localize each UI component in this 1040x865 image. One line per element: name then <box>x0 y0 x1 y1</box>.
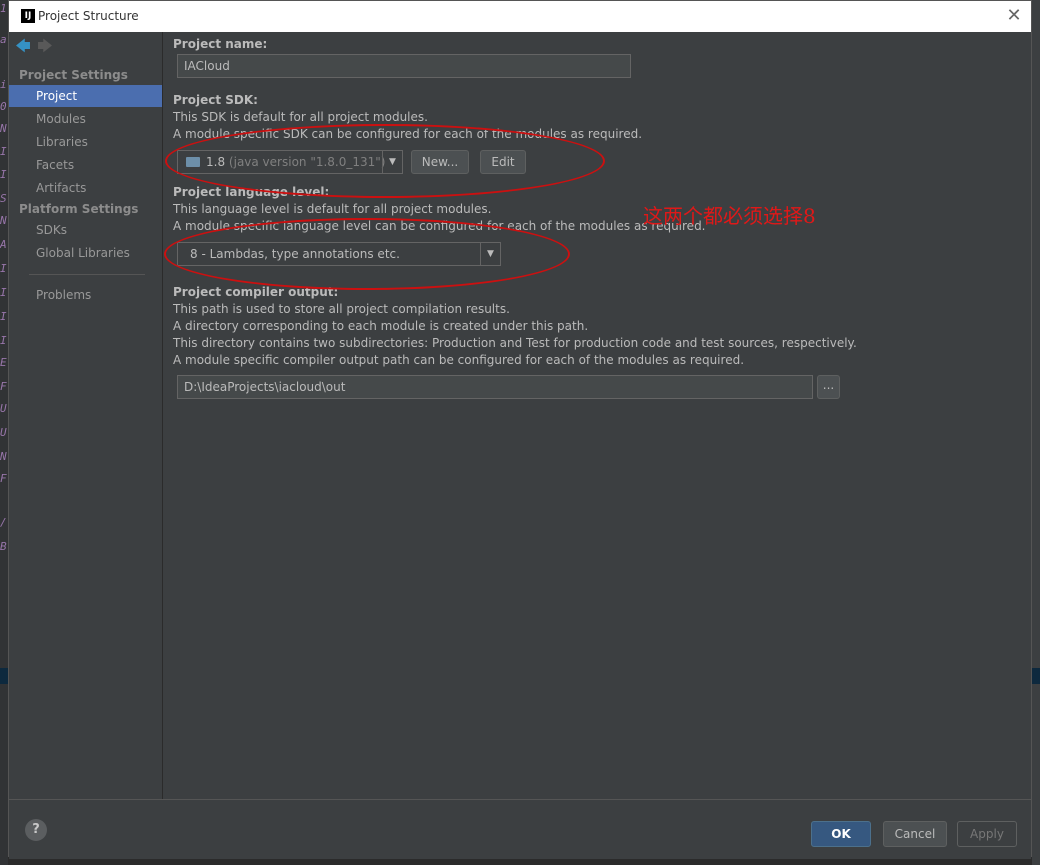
language-level-value: 8 - Lambdas, type annotations etc. <box>190 247 400 261</box>
gutter-glyph: I <box>0 310 7 323</box>
history-navigation: 🡄 🡆 <box>15 38 59 56</box>
forward-arrow-icon[interactable]: 🡆 <box>37 38 53 54</box>
sidebar-item-problems[interactable]: Problems <box>9 284 162 306</box>
sidebar-item-artifacts[interactable]: Artifacts <box>9 177 162 199</box>
sidebar-item-sdks[interactable]: SDKs <box>9 219 162 241</box>
apply-button[interactable]: Apply <box>957 821 1017 847</box>
annotation-note: 这两个都必须选择8 <box>643 204 816 228</box>
project-structure-dialog: IJ Project Structure ✕ 🡄 🡆 Project Settin… <box>8 0 1032 859</box>
project-name-input[interactable]: IACloud <box>177 54 631 78</box>
compiler-output-path-input[interactable]: D:\IdeaProjects\iacloud\out <box>177 375 813 399</box>
language-level-description: This language level is default for all p… <box>173 202 492 216</box>
sidebar-item-facets[interactable]: Facets <box>9 154 162 176</box>
dialog-footer: ? OK Cancel Apply <box>9 799 1031 859</box>
gutter-glyph: S <box>0 192 7 205</box>
project-sdk-select[interactable]: 1.8 (java version "1.8.0_131") ▼ <box>177 150 403 174</box>
gutter-glyph: I <box>0 168 7 181</box>
window-title: Project Structure <box>38 9 139 23</box>
project-name-label: Project name: <box>173 37 268 51</box>
gutter-glyph: F <box>0 380 7 393</box>
gutter-glyph: I <box>0 334 7 347</box>
gutter-glyph: I <box>0 262 7 275</box>
sidebar-divider <box>29 274 145 275</box>
background-editor-gutter: 1 a i 0 N I I S N A I I I I E F U U N F / B <box>0 0 8 865</box>
dialog-body: 🡄 🡆 Project Settings Project Modules Libr… <box>9 32 1031 799</box>
background-editor-right-strip <box>1032 0 1040 865</box>
gutter-glyph: I <box>0 286 7 299</box>
project-settings-header: Project Settings <box>19 68 128 82</box>
gutter-glyph: U <box>0 402 7 415</box>
title-bar: IJ Project Structure ✕ <box>9 1 1031 32</box>
gutter-glyph: / <box>0 516 7 529</box>
sidebar-item-libraries[interactable]: Libraries <box>9 131 162 153</box>
gutter-glyph: F <box>0 472 7 485</box>
intellij-icon: IJ <box>21 9 35 23</box>
platform-settings-header: Platform Settings <box>19 202 139 216</box>
compiler-output-description-2: A directory corresponding to each module… <box>173 319 589 333</box>
sidebar-item-global-libraries[interactable]: Global Libraries <box>9 242 162 264</box>
gutter-glyph: U <box>0 426 7 439</box>
sidebar-item-modules[interactable]: Modules <box>9 108 162 130</box>
gutter-glyph: a <box>0 33 7 46</box>
gutter-glyph: 0 <box>0 100 7 113</box>
project-sdk-label: Project SDK: <box>173 93 258 107</box>
cancel-button[interactable]: Cancel <box>883 821 947 847</box>
close-button[interactable]: ✕ <box>1003 5 1025 27</box>
back-arrow-icon[interactable]: 🡄 <box>15 38 31 54</box>
gutter-glyph: N <box>0 214 7 227</box>
sdk-version-detail: (java version "1.8.0_131") <box>228 155 386 169</box>
background-selected-line <box>0 668 8 684</box>
sidebar-item-project[interactable]: Project <box>9 85 162 107</box>
gutter-glyph: i <box>0 78 7 91</box>
sdk-version: 1.8 <box>206 155 226 169</box>
project-settings-panel: Project name: IACloud Project SDK: This … <box>163 32 1031 799</box>
gutter-glyph: A <box>0 238 7 251</box>
gutter-glyph: N <box>0 122 7 135</box>
project-sdk-description-2: A module specific SDK can be configured … <box>173 127 643 141</box>
gutter-glyph: I <box>0 145 7 158</box>
compiler-output-description-3: This directory contains two subdirectori… <box>173 336 857 350</box>
gutter-glyph: E <box>0 356 7 369</box>
sidebar: 🡄 🡆 Project Settings Project Modules Libr… <box>9 32 163 799</box>
gutter-glyph: 1 <box>0 2 7 15</box>
gutter-glyph: N <box>0 450 7 463</box>
gutter-glyph: B <box>0 540 7 553</box>
language-level-label: Project language level: <box>173 185 330 199</box>
compiler-output-description: This path is used to store all project c… <box>173 302 510 316</box>
compiler-output-label: Project compiler output: <box>173 285 339 299</box>
chevron-down-icon: ▼ <box>480 243 500 265</box>
compiler-output-description-4: A module specific compiler output path c… <box>173 353 745 367</box>
new-sdk-button[interactable]: New... <box>411 150 469 174</box>
chevron-down-icon: ▼ <box>382 151 402 173</box>
language-level-description-2: A module specific language level can be … <box>173 219 706 233</box>
project-sdk-description: This SDK is default for all project modu… <box>173 110 428 124</box>
language-level-select[interactable]: 8 - Lambdas, type annotations etc. ▼ <box>177 242 501 266</box>
help-icon[interactable]: ? <box>25 819 47 841</box>
ok-button[interactable]: OK <box>811 821 871 847</box>
browse-button[interactable]: ... <box>817 375 840 399</box>
edit-sdk-button[interactable]: Edit <box>480 150 526 174</box>
sdk-folder-icon <box>186 157 200 167</box>
